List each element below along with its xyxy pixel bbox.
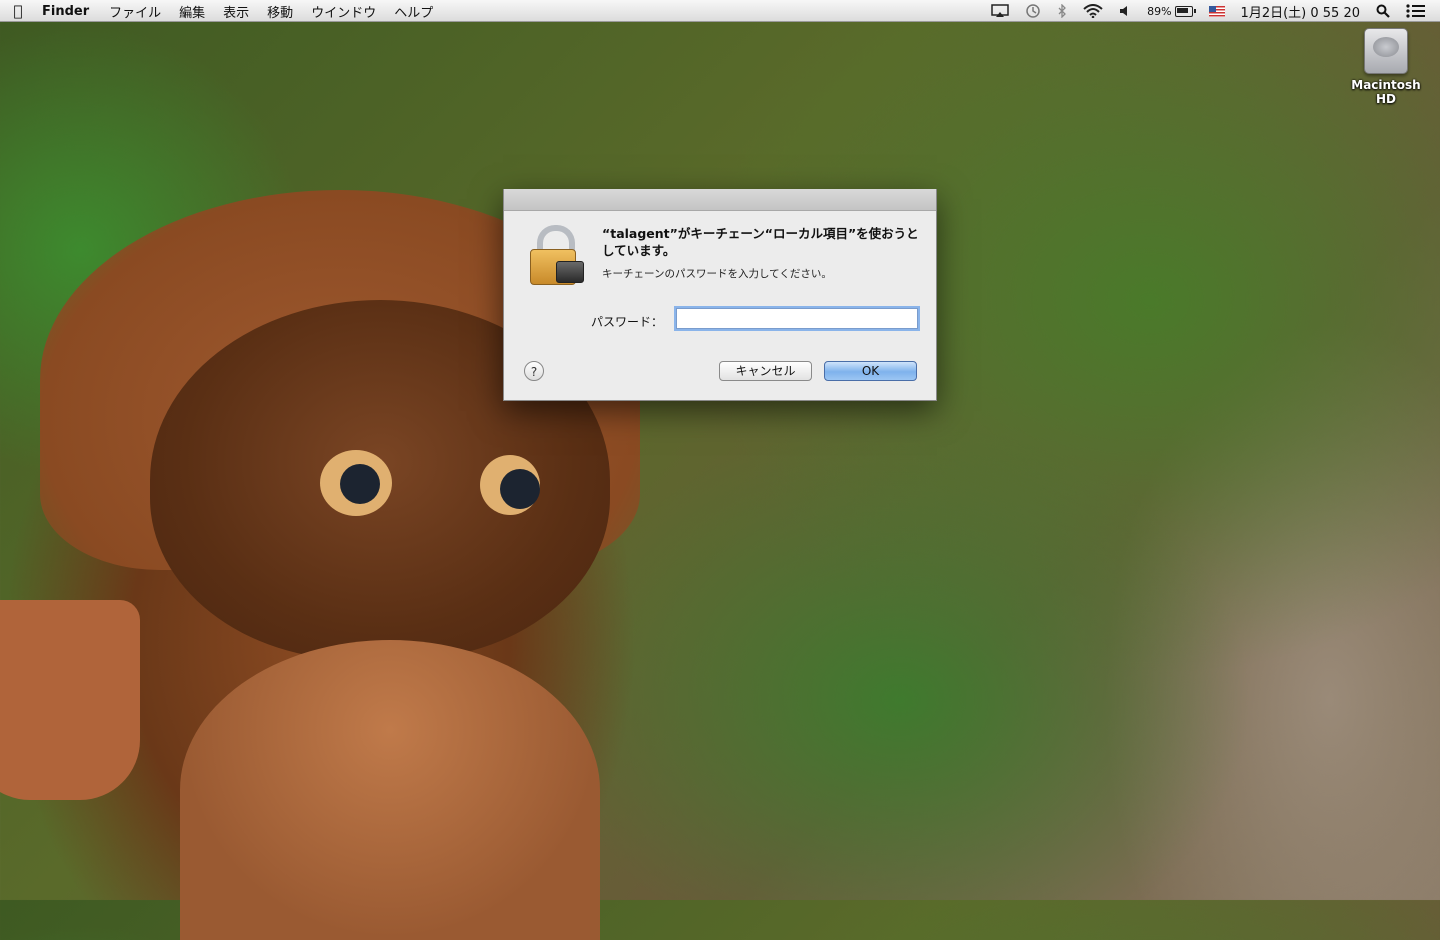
wallpaper-eye-right — [480, 455, 540, 515]
menu-app-finder[interactable]: Finder — [36, 4, 100, 19]
time-machine-icon[interactable] — [1017, 3, 1049, 19]
hard-drive-icon — [1364, 28, 1408, 74]
airplay-icon[interactable] — [983, 4, 1017, 18]
drive-label: Macintosh HD — [1351, 78, 1421, 106]
wallpaper-tanuki-belly — [180, 640, 600, 940]
dialog-title-bar — [504, 189, 936, 211]
cancel-button[interactable]: キャンセル — [719, 361, 812, 381]
menu-go[interactable]: 移動 — [258, 2, 302, 21]
input-source-flag-icon[interactable] — [1201, 5, 1233, 17]
spotlight-search-icon[interactable] — [1368, 4, 1398, 18]
menu-help[interactable]: ヘルプ — [385, 2, 442, 21]
ok-button[interactable]: OK — [824, 361, 917, 381]
keychain-lock-icon — [530, 225, 584, 287]
menu-clock[interactable]: 1月2日(土) 0 55 20 — [1233, 2, 1368, 21]
password-input[interactable] — [676, 308, 918, 329]
menu-edit[interactable]: 編集 — [170, 2, 214, 21]
battery-percent: 89% — [1147, 4, 1172, 18]
wifi-icon[interactable] — [1075, 4, 1111, 18]
menu-window[interactable]: ウインドウ — [302, 2, 385, 21]
password-label: パスワード： — [591, 315, 664, 329]
menu-bar:  Finder ファイル 編集 表示 移動 ウインドウ ヘルプ 89% 1月2… — [0, 0, 1440, 22]
volume-icon[interactable] — [1111, 5, 1139, 17]
bluetooth-icon[interactable] — [1049, 4, 1075, 18]
desktop-macintosh-hd[interactable]: Macintosh HD — [1340, 28, 1432, 106]
wallpaper-eye-left — [320, 450, 392, 516]
dialog-title: “talagent”がキーチェーン“ローカル項目”を使おうとしています。 — [602, 226, 919, 258]
menu-view[interactable]: 表示 — [214, 2, 258, 21]
battery-icon — [1174, 5, 1196, 17]
keychain-access-dialog: “talagent”がキーチェーン“ローカル項目”を使おうとしています。 キーチ… — [503, 189, 937, 401]
apple-menu-icon[interactable]:  — [0, 2, 36, 20]
menu-file[interactable]: ファイル — [100, 2, 170, 21]
notification-center-icon[interactable] — [1398, 4, 1440, 18]
battery-status[interactable]: 89% — [1139, 5, 1200, 18]
dialog-message: キーチェーンのパスワードを入力してください。 — [602, 268, 832, 280]
help-button[interactable]: ? — [524, 361, 544, 381]
wallpaper-pot — [0, 600, 140, 800]
